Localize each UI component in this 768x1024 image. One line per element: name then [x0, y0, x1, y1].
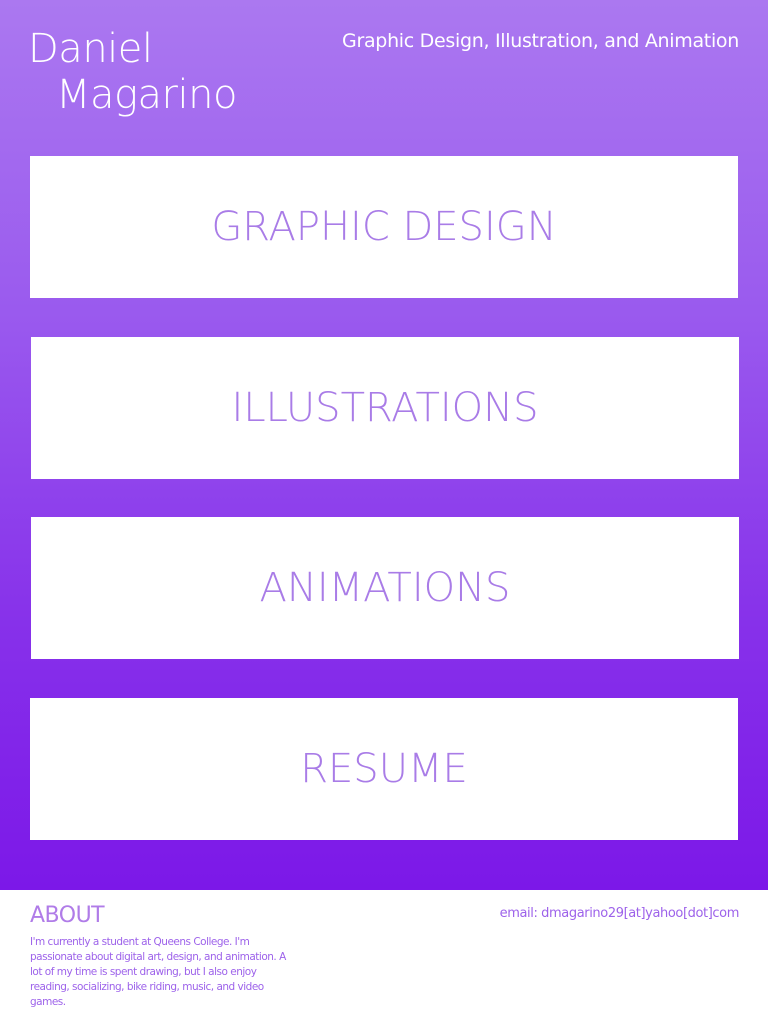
site-title-first-name: Daniel [28, 26, 153, 72]
hero-banner: Daniel Magarino Graphic Design, Illustra… [0, 0, 768, 890]
about-heading: ABOUT [30, 903, 105, 928]
nav-tile-label: GRAPHIC DESIGN [211, 204, 557, 250]
nav-tile-animations[interactable]: ANIMATIONS [31, 517, 739, 659]
site-title[interactable]: Daniel Magarino [28, 26, 237, 118]
nav-tile-label: RESUME [300, 746, 468, 792]
contact-email[interactable]: email: dmagarino29[at]yahoo[dot]com [500, 906, 740, 922]
about-section: ABOUT I'm currently a student at Queens … [30, 903, 290, 1010]
nav-tile-resume[interactable]: RESUME [30, 698, 738, 840]
site-tagline: Graphic Design, Illustration, and Animat… [342, 30, 739, 52]
about-text: I'm currently a student at Queens Colleg… [30, 936, 286, 1008]
nav-tile-label: ILLUSTRATIONS [231, 385, 539, 431]
site-title-last-name: Magarino [56, 72, 237, 118]
nav-tile-illustrations[interactable]: ILLUSTRATIONS [31, 337, 739, 479]
nav-tile-label: ANIMATIONS [259, 565, 511, 611]
nav-tile-graphic-design[interactable]: GRAPHIC DESIGN [30, 156, 738, 298]
